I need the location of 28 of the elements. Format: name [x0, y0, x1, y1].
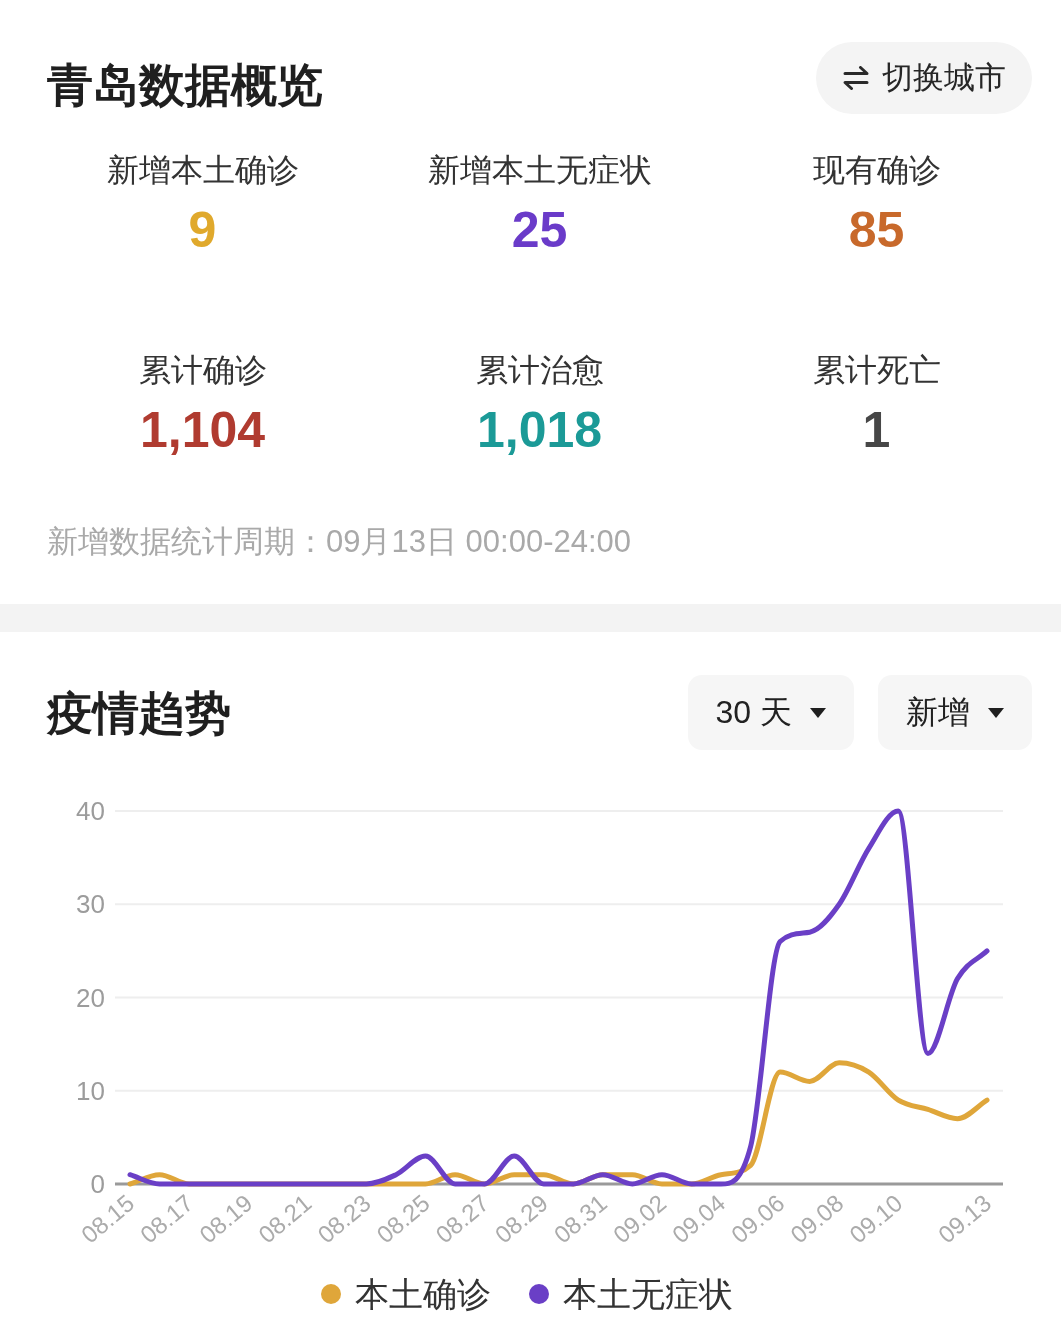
stat-value: 1,018	[476, 402, 603, 458]
page-title: 青岛数据概览	[47, 58, 323, 113]
stat-value: 1,104	[139, 402, 266, 458]
stat-label: 现有确诊	[812, 151, 941, 190]
y-axis-label: 0	[90, 1169, 105, 1199]
stat-value: 1	[862, 402, 891, 458]
y-axis-label: 20	[76, 982, 105, 1013]
y-axis-label: 10	[76, 1075, 105, 1106]
time-range-dropdown[interactable]: 30 天	[687, 675, 854, 750]
stat-label: 累计治愈	[475, 351, 604, 390]
caret-icon	[810, 707, 826, 718]
stat-label: 累计确诊	[138, 351, 267, 390]
stat-value: 9	[188, 202, 217, 258]
y-axis-label: 30	[76, 889, 105, 920]
section-title: 疫情趋势	[47, 685, 231, 741]
stat-label: 累计死亡	[812, 351, 941, 390]
switch-city-button[interactable]: 切换城市	[816, 42, 1032, 114]
statistics-period-note: 新增数据统计周期：09月13日 00:00-24:00	[47, 523, 632, 561]
stat-value: 25	[511, 202, 568, 258]
stat-label: 新增本土无症状	[427, 151, 652, 190]
y-axis-label: 40	[76, 796, 105, 826]
swap-arrows-icon	[842, 66, 870, 90]
legend-label: 本土确诊	[354, 1274, 491, 1315]
stat-value: 85	[848, 202, 905, 258]
legend-label: 本土无症状	[562, 1274, 733, 1315]
stat-label: 新增本土确诊	[106, 151, 299, 190]
caret-icon	[988, 707, 1004, 718]
data-type-dropdown[interactable]: 新增	[878, 675, 1032, 750]
